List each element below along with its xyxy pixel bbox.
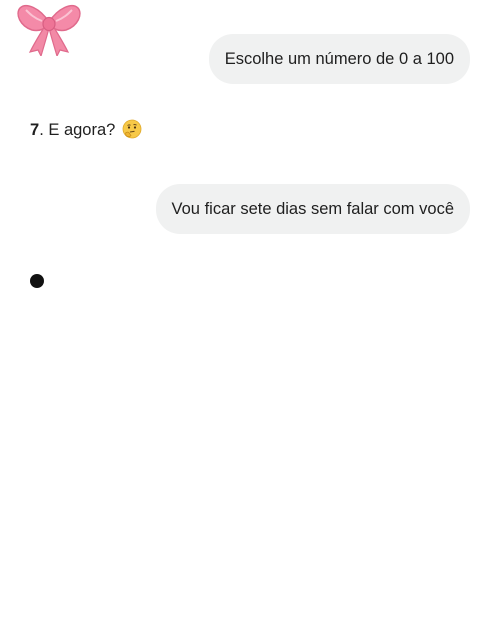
user-message-bubble[interactable]: Vou ficar sete dias sem falar com você bbox=[155, 184, 470, 234]
user-message-text: Escolhe um número de 0 a 100 bbox=[224, 50, 454, 68]
chat-screen: Escolhe um número de 0 a 100 7. E agora?… bbox=[0, 0, 480, 640]
user-message-bubble[interactable]: Escolhe um número de 0 a 100 bbox=[208, 34, 470, 84]
pink-bow-icon bbox=[17, 4, 81, 56]
assistant-number: 7 bbox=[30, 121, 40, 139]
assistant-message: 7. E agora? bbox=[30, 119, 142, 141]
user-message-text: Vou ficar sete dias sem falar com você bbox=[171, 200, 454, 218]
thinking-face-icon bbox=[122, 119, 142, 139]
typing-dot bbox=[30, 274, 44, 288]
assistant-message-text: . E agora? bbox=[39, 121, 120, 139]
